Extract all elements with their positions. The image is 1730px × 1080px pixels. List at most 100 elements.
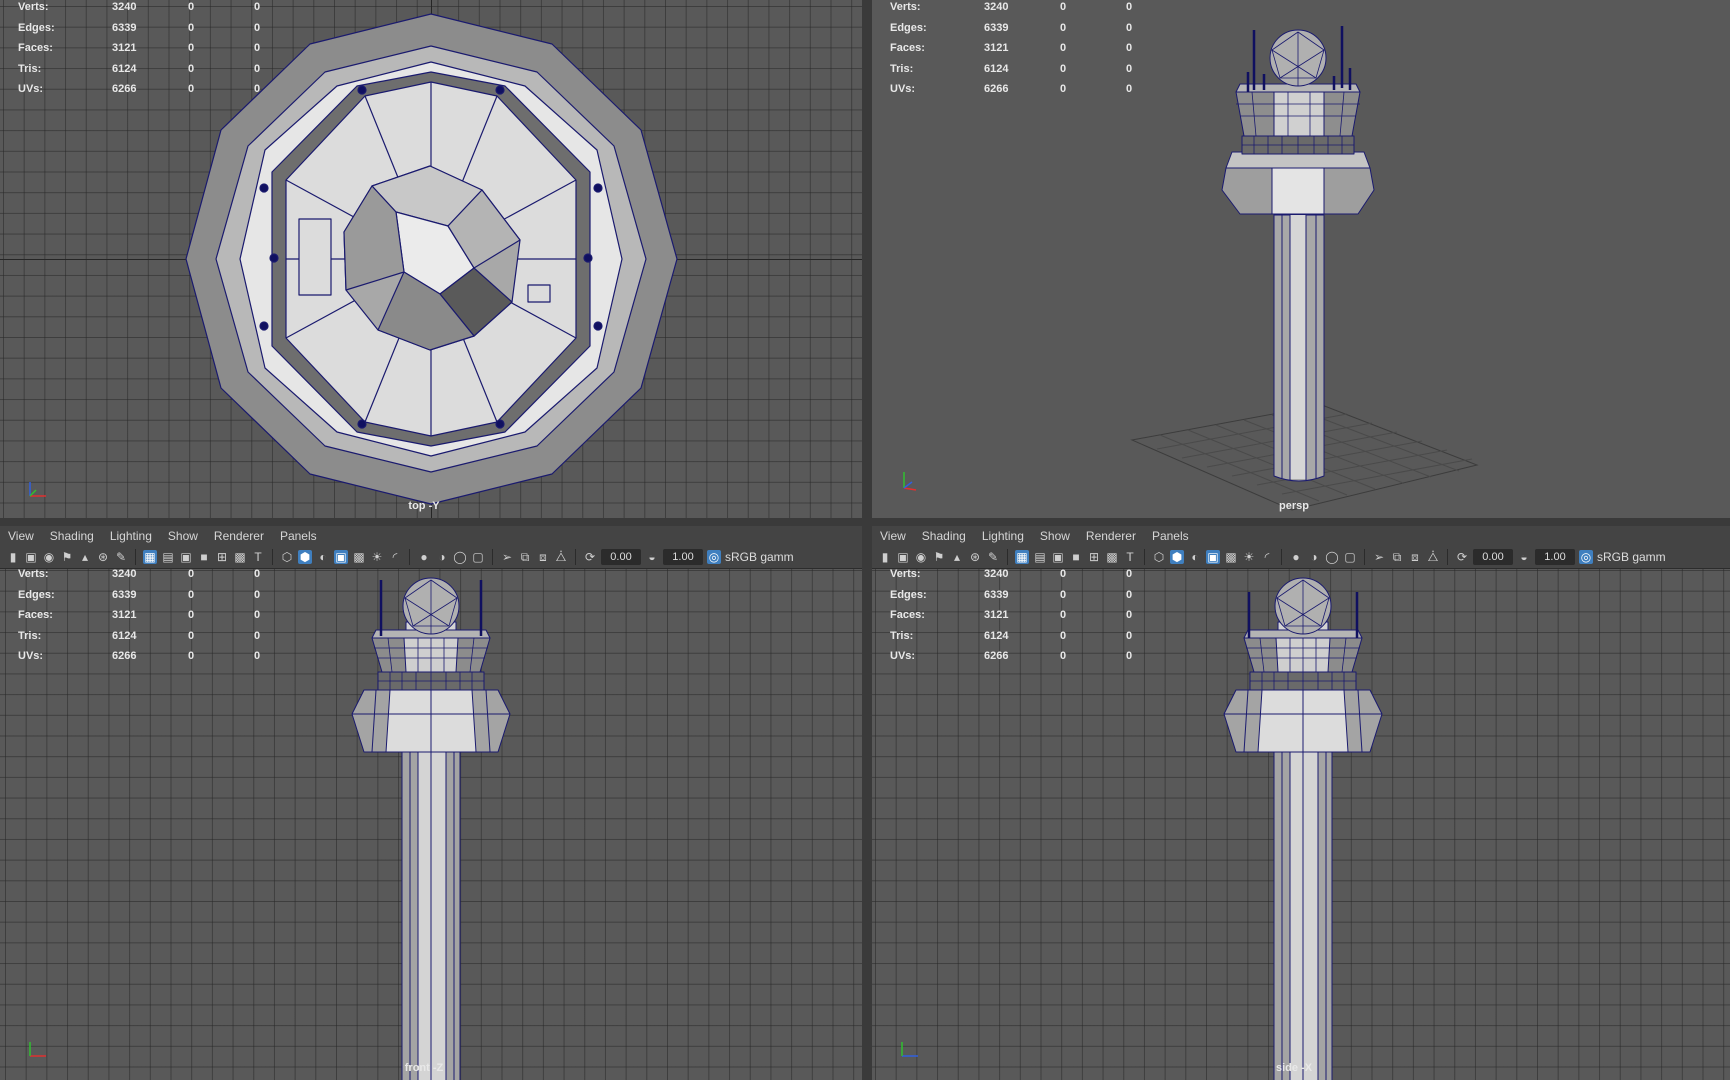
hud-label: UVs: <box>890 83 916 96</box>
hud-row-tris: Tris: 6124 0 0 <box>890 59 1132 80</box>
axis-indicator-icon <box>29 482 46 497</box>
viewport-side[interactable]: View Shading Lighting Show Renderer Pane… <box>872 526 1730 1080</box>
hud-value: 0 <box>254 21 261 34</box>
hud-value: 0 <box>254 568 261 580</box>
poly-count-hud: Verts: 3240 0 0 Edges: 6339 0 0 Faces: 3121 0 0 T… <box>18 564 260 667</box>
hud-value: 0 <box>1060 62 1067 75</box>
hud-row-tris: Tris: 6124 0 0 <box>18 59 260 80</box>
hud-value: 0 <box>254 650 261 663</box>
viewport-persp[interactable]: Verts: 3240 0 0 Edges: 6339 0 0 Faces: 3121 0 0 T… <box>872 0 1730 518</box>
hud-value: 0 <box>254 83 261 96</box>
hud-label: Faces: <box>18 609 53 622</box>
hud-value: 6266 <box>112 83 137 96</box>
hud-value: 3121 <box>984 42 1009 55</box>
hud-row-uvs: UVs: 6266 0 0 <box>18 646 260 667</box>
hud-value: 0 <box>254 42 261 55</box>
hud-value: 0 <box>188 629 195 642</box>
hud-value: 0 <box>1060 42 1067 55</box>
hud-label: UVs: <box>890 650 916 663</box>
camera-name-label: front -Z <box>404 1062 444 1074</box>
hud-value: 0 <box>1126 21 1133 34</box>
hud-value: 0 <box>254 1 261 13</box>
hud-label: Faces: <box>890 42 925 55</box>
viewport-top[interactable]: Verts: 3240 0 0 Edges: 6339 0 0 Faces: 3121 0 0 T… <box>0 0 862 518</box>
hud-label: Edges: <box>18 21 55 34</box>
hud-value: 0 <box>254 609 261 622</box>
hud-row-uvs: UVs: 6266 0 0 <box>18 79 260 100</box>
hud-row-tris: Tris: 6124 0 0 <box>890 626 1132 647</box>
hud-value: 0 <box>1126 588 1133 601</box>
hud-value: 3121 <box>112 609 137 622</box>
hud-value: 0 <box>1126 62 1133 75</box>
hud-row-faces: Faces: 3121 0 0 <box>890 605 1132 626</box>
hud-value: 0 <box>1060 568 1067 580</box>
hud-label: Edges: <box>18 588 55 601</box>
axis-indicator-icon <box>901 1042 918 1057</box>
hud-value: 6266 <box>984 650 1009 663</box>
hud-label: Verts: <box>890 1 921 13</box>
hud-value: 0 <box>188 588 195 601</box>
camera-name-label: persp <box>1279 500 1309 512</box>
hud-label: Faces: <box>890 609 925 622</box>
hud-row-uvs: UVs: 6266 0 0 <box>890 79 1132 100</box>
hud-value: 3240 <box>984 1 1009 13</box>
hud-label: Verts: <box>18 568 49 580</box>
hud-label: Tris: <box>890 62 914 75</box>
hud-value: 0 <box>1126 1 1133 13</box>
hud-value: 3240 <box>112 1 137 13</box>
hud-label: Edges: <box>890 21 927 34</box>
hud-row-verts: Verts: 3240 0 0 <box>18 564 260 585</box>
hud-value: 6266 <box>984 83 1009 96</box>
hud-value: 0 <box>188 62 195 75</box>
hud-value: 0 <box>1126 42 1133 55</box>
hud-value: 0 <box>1126 609 1133 622</box>
hud-value: 0 <box>188 21 195 34</box>
hud-value: 6124 <box>112 62 137 75</box>
hud-value: 0 <box>188 609 195 622</box>
hud-value: 0 <box>188 650 195 663</box>
hud-label: Verts: <box>18 1 49 13</box>
hud-row-verts: Verts: 3240 0 0 <box>18 0 260 18</box>
axis-indicator-icon <box>29 1042 46 1057</box>
hud-value: 0 <box>1060 588 1067 601</box>
deck-box-right <box>527 284 551 303</box>
hud-label: Tris: <box>18 62 42 75</box>
hud-row-edges: Edges: 6339 0 0 <box>890 18 1132 39</box>
hud-label: UVs: <box>18 650 44 663</box>
hud-value: 0 <box>1126 568 1133 580</box>
hud-row-verts: Verts: 3240 0 0 <box>890 564 1132 585</box>
hud-value: 3240 <box>112 568 137 580</box>
poly-count-hud: Verts: 3240 0 0 Edges: 6339 0 0 Faces: 3121 0 0 T… <box>890 564 1132 667</box>
hud-value: 6124 <box>112 629 137 642</box>
poly-count-hud: Verts: 3240 0 0 Edges: 6339 0 0 Faces: 3121 0 0 T… <box>18 0 260 100</box>
camera-name-label: side -X <box>1275 1062 1313 1074</box>
hud-value: 0 <box>254 62 261 75</box>
hud-value: 6339 <box>984 21 1009 34</box>
hud-value: 0 <box>1126 83 1133 96</box>
hud-value: 0 <box>188 42 195 55</box>
hud-value: 0 <box>1060 83 1067 96</box>
hud-label: Faces: <box>18 42 53 55</box>
hud-value: 3121 <box>984 609 1009 622</box>
hud-row-tris: Tris: 6124 0 0 <box>18 626 260 647</box>
hud-row-verts: Verts: 3240 0 0 <box>890 0 1132 18</box>
axis-indicator-icon <box>903 472 917 491</box>
hud-row-edges: Edges: 6339 0 0 <box>890 585 1132 606</box>
hud-row-edges: Edges: 6339 0 0 <box>18 18 260 39</box>
hud-value: 0 <box>1126 650 1133 663</box>
hud-value: 0 <box>1126 629 1133 642</box>
hud-value: 6339 <box>112 21 137 34</box>
hud-row-faces: Faces: 3121 0 0 <box>18 38 260 59</box>
deck-box-left <box>298 218 332 296</box>
hud-value: 6339 <box>984 588 1009 601</box>
hud-value: 0 <box>188 568 195 580</box>
viewport-front[interactable]: View Shading Lighting Show Renderer Pane… <box>0 526 862 1080</box>
hud-value: 0 <box>1060 609 1067 622</box>
hud-label: Tris: <box>18 629 42 642</box>
hud-label: UVs: <box>18 83 44 96</box>
hud-value: 6266 <box>112 650 137 663</box>
hud-value: 0 <box>188 83 195 96</box>
hud-value: 0 <box>1060 1 1067 13</box>
hud-value: 0 <box>254 588 261 601</box>
poly-count-hud: Verts: 3240 0 0 Edges: 6339 0 0 Faces: 3121 0 0 T… <box>890 0 1132 100</box>
